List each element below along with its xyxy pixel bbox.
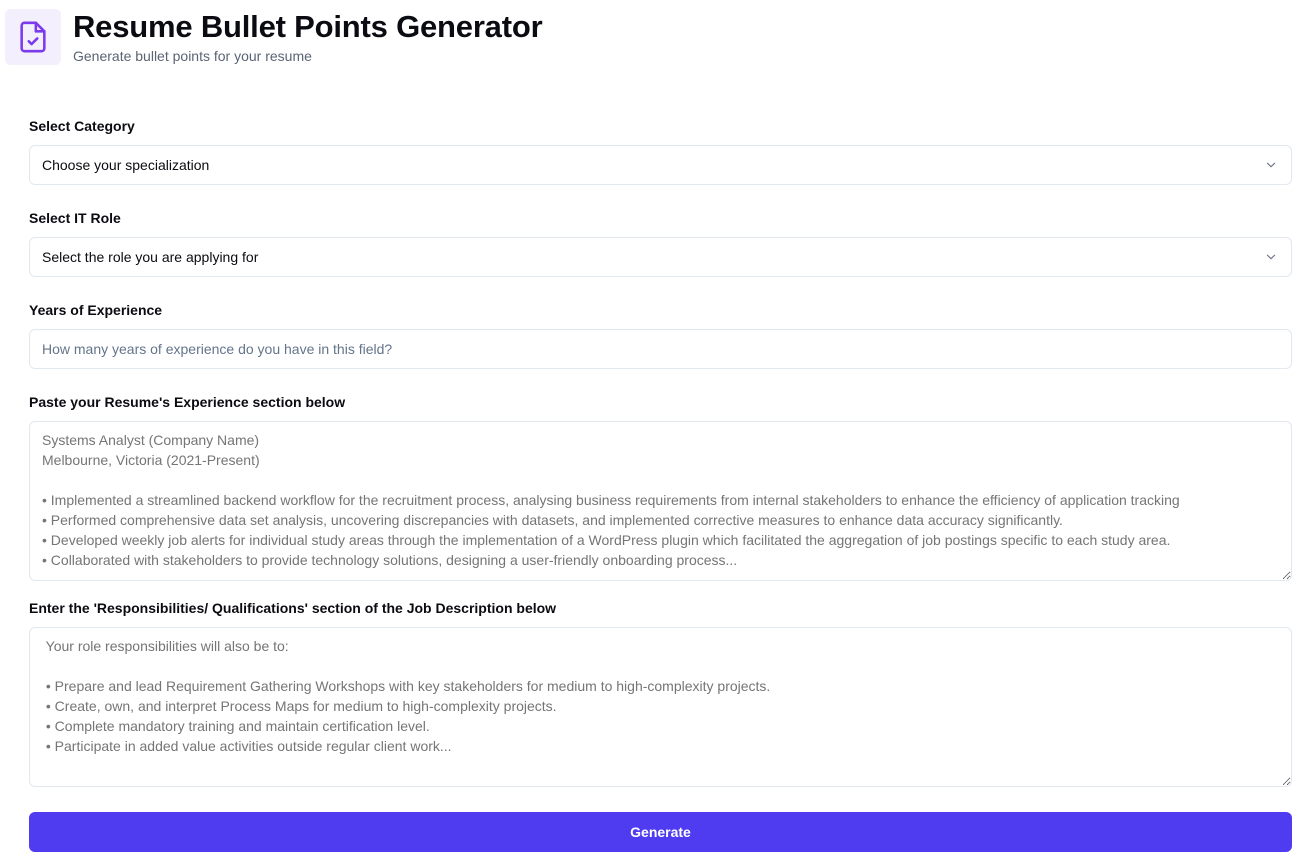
experience-years-input[interactable] — [29, 329, 1292, 369]
category-select[interactable]: Choose your specialization — [29, 145, 1292, 185]
role-selected-value: Select the role you are applying for — [42, 249, 259, 265]
resume-experience-label: Paste your Resume's Experience section b… — [29, 394, 346, 410]
resume-experience-textarea[interactable] — [29, 421, 1292, 581]
generate-button[interactable]: Generate — [29, 812, 1292, 852]
page-subtitle: Generate bullet points for your resume — [73, 48, 312, 64]
page-header: Resume Bullet Points Generator Generate … — [5, 9, 543, 65]
category-selected-value: Choose your specialization — [42, 157, 210, 173]
job-description-textarea[interactable] — [29, 627, 1292, 787]
page-title: Resume Bullet Points Generator — [73, 9, 543, 44]
role-select[interactable]: Select the role you are applying for — [29, 237, 1292, 277]
file-check-icon — [20, 21, 46, 53]
role-label: Select IT Role — [29, 210, 121, 226]
logo — [5, 9, 61, 65]
category-label: Select Category — [29, 118, 135, 134]
job-description-label: Enter the 'Responsibilities/ Qualificati… — [29, 600, 557, 616]
generator-form: Select Category Choose your specializati… — [29, 116, 1292, 852]
experience-years-label: Years of Experience — [29, 302, 163, 318]
chevron-down-icon — [1263, 249, 1279, 265]
chevron-down-icon — [1263, 157, 1279, 173]
